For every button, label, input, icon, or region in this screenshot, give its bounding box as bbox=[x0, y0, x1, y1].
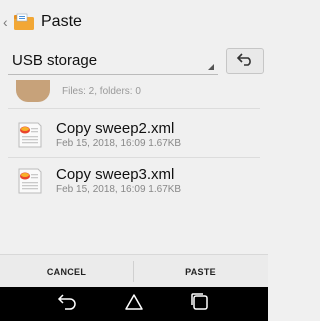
path-bar: USB storage bbox=[0, 44, 268, 78]
storage-dropdown[interactable]: USB storage bbox=[8, 46, 218, 75]
nav-recent-icon bbox=[191, 292, 209, 316]
page-title: Paste bbox=[41, 13, 82, 30]
paste-folder-icon bbox=[13, 13, 35, 31]
up-folder-button[interactable] bbox=[226, 48, 264, 74]
system-nav-bar bbox=[0, 287, 268, 321]
nav-home-icon bbox=[124, 293, 144, 316]
file-name: Copy sweep3.xml bbox=[56, 166, 175, 183]
paste-button[interactable]: PASTE bbox=[134, 255, 267, 288]
nav-back-button[interactable] bbox=[37, 287, 97, 321]
table-row[interactable]: Copy sweep3.xml Feb 15, 2018, 16:09 1.67… bbox=[8, 160, 260, 202]
table-row[interactable]: Copy sweep2.xml Feb 15, 2018, 16:09 1.67… bbox=[8, 114, 260, 156]
file-list: Files: 2, folders: 0 Copy sweep2.xml Feb… bbox=[8, 78, 260, 202]
file-meta: Feb 15, 2018, 16:09 1.67KB bbox=[56, 184, 182, 195]
nav-back-icon bbox=[57, 293, 77, 315]
title-bar: ‹ Paste bbox=[0, 0, 268, 44]
divider bbox=[8, 157, 260, 158]
file-name: Copy sweep2.xml bbox=[56, 120, 175, 137]
nav-home-button[interactable] bbox=[104, 287, 164, 321]
nav-recent-button[interactable] bbox=[170, 287, 230, 321]
up-folder-icon bbox=[236, 52, 254, 71]
list-item[interactable]: Files: 2, folders: 0 bbox=[8, 78, 260, 112]
folder-meta: Files: 2, folders: 0 bbox=[62, 85, 141, 97]
folder-icon bbox=[16, 80, 50, 102]
cancel-button[interactable]: CANCEL bbox=[0, 255, 133, 288]
storage-dropdown-label: USB storage bbox=[12, 51, 98, 69]
file-meta: Feb 15, 2018, 16:09 1.67KB bbox=[56, 138, 182, 149]
action-bar: CANCEL PASTE bbox=[0, 254, 268, 288]
xml-file-icon bbox=[14, 166, 44, 196]
back-chevron-icon[interactable]: ‹ bbox=[3, 15, 13, 29]
dropdown-corner-icon bbox=[208, 64, 214, 70]
divider bbox=[8, 108, 260, 109]
xml-file-icon bbox=[14, 120, 44, 150]
